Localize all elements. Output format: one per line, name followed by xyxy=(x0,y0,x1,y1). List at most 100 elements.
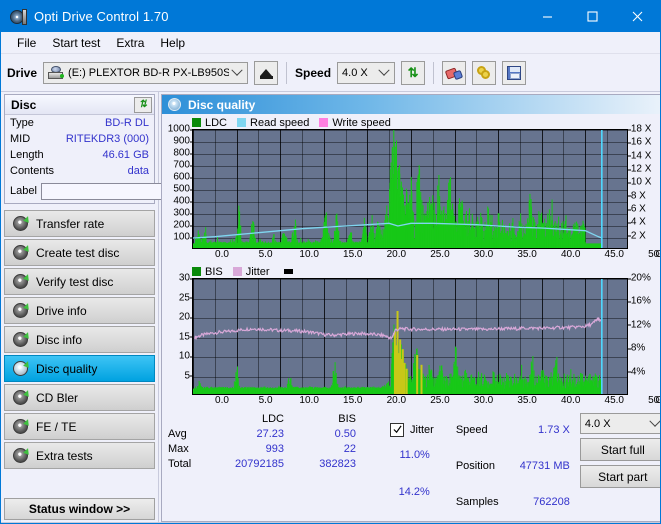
samples-stat-value: 762208 xyxy=(533,496,570,509)
start-part-button[interactable]: Start part xyxy=(579,465,660,488)
sidebar-item-label: Disc info xyxy=(36,332,83,347)
erase-button[interactable] xyxy=(442,60,467,85)
close-button[interactable] xyxy=(615,1,660,32)
x-tick-label: 5.0 xyxy=(258,249,273,260)
sidebar-item-label: CD Bler xyxy=(36,390,79,405)
key-button[interactable] xyxy=(472,60,497,85)
drive-select[interactable]: (E:) PLEXTOR BD-R PX-LB950SA 1.06 xyxy=(43,61,249,84)
disc-row-contents: Contents data xyxy=(5,163,154,179)
disc-test-icon xyxy=(13,303,28,318)
stats-ldc-max: 993 xyxy=(265,443,284,455)
sidebar-item-label: Disc quality xyxy=(36,361,98,376)
disc-refresh-button[interactable]: ⇅ xyxy=(134,96,152,113)
ldc-y-axis: 100 200 300 400 500 600 700 800 900 1000 xyxy=(162,124,194,249)
disc-panel-title: Disc xyxy=(11,97,37,112)
stats-bis-max: 22 xyxy=(343,443,356,455)
sidebar-item-drive-info[interactable]: Drive info xyxy=(4,297,155,324)
floppy-save-icon xyxy=(507,65,522,80)
menu-file[interactable]: File xyxy=(9,34,44,52)
y-tick-label: 300 xyxy=(173,207,193,219)
disc-test-icon xyxy=(13,390,28,405)
title-bar: Opti Drive Control 1.70 xyxy=(1,1,660,32)
minimize-button[interactable] xyxy=(525,1,570,32)
sidebar-item-label: Verify test disc xyxy=(36,274,114,289)
sidebar-item-disc-info[interactable]: Disc info xyxy=(4,326,155,353)
eject-button[interactable] xyxy=(254,60,279,85)
stats-bis-avg: 0.50 xyxy=(334,428,356,440)
x-tick-label: 5.0 xyxy=(258,395,273,406)
sidebar-item-transfer-rate[interactable]: Transfer rate xyxy=(4,210,155,237)
y-tick-label: 900 xyxy=(173,135,193,147)
legend-swatch-read-speed xyxy=(237,118,247,127)
ldc-x-axis: 0.0 5.0 10.0 15.0 20.0 25.0 30.0 35.0 40.0 45.0 50… xyxy=(192,249,660,263)
legend-swatch-ldc xyxy=(192,118,201,127)
body: Disc ⇅ Type BD-R DL MID RITEKDR3 (000) L… xyxy=(1,92,660,522)
menu-help[interactable]: Help xyxy=(152,34,193,52)
disc-test-icon xyxy=(13,216,28,231)
x-tick-label: 25.0 xyxy=(430,395,450,406)
sidebar-item-label: Extra tests xyxy=(36,448,93,463)
navigation-list: Transfer rate Create test disc Verify te… xyxy=(1,210,158,471)
legend-label-read-speed: Read speed xyxy=(250,116,310,129)
drive-select-value: (E:) PLEXTOR BD-R PX-LB950SA 1.06 xyxy=(68,66,229,79)
toolbar-divider-2 xyxy=(433,61,435,84)
legend-label-bis: BIS xyxy=(205,265,223,278)
y-tick-label: 25 xyxy=(178,292,194,303)
bis-chart-legend: BIS Jitter xyxy=(162,265,660,278)
disc-label-row: Label xyxy=(5,179,243,203)
x-tick-label: 30.0 xyxy=(473,249,494,260)
speed-position-stats: Speed 1.73 X Position 47731 MB Samples 7… xyxy=(456,413,570,519)
test-speed-value: 4.0 X xyxy=(584,417,611,430)
x-tick-label: 15.0 xyxy=(343,395,363,406)
sidebar-item-disc-quality[interactable]: Disc quality xyxy=(4,355,155,382)
ldc-plot[interactable] xyxy=(192,129,628,249)
y-tick-label: 20 xyxy=(178,311,194,323)
y-tick-label: 400 xyxy=(173,195,193,207)
sidebar-item-extra-tests[interactable]: Extra tests xyxy=(4,442,155,469)
x-tick-label: 40.0 xyxy=(560,249,581,260)
y-tick-label: 500 xyxy=(173,183,193,195)
bis-plot-wrap: 5 10 15 20 25 30 4% 8% 12% 16% 20% xyxy=(162,273,660,395)
main-panel: Disc quality LDC Read speed Write speed … xyxy=(161,94,660,522)
menu-start-test[interactable]: Start test xyxy=(44,34,108,52)
stats-header-bis: BIS xyxy=(338,413,356,425)
status-window-button[interactable]: Status window >> xyxy=(4,498,155,520)
legend-label-write-speed: Write speed xyxy=(332,116,391,129)
ldc-bis-stats: LDC BIS Avg 27.23 0.50 Max 993 22 Total … xyxy=(168,413,368,519)
stats-jitter-max: 14.2% xyxy=(398,485,430,498)
start-full-button[interactable]: Start full xyxy=(579,438,660,461)
sidebar-item-fe-te[interactable]: FE / TE xyxy=(4,413,155,440)
x-tick-label: 10.0 xyxy=(299,249,319,260)
sidebar-item-create-test-disc[interactable]: Create test disc xyxy=(4,239,155,266)
drive-icon xyxy=(48,66,65,79)
speed-stat-label: Speed xyxy=(455,423,488,436)
speed-stat-value: 1.73 X xyxy=(538,423,570,436)
bis-chart-block: BIS Jitter 5 10 15 20 25 30 4% 8% 12% 16% 20% 0.0… xyxy=(162,263,660,409)
menu-extra[interactable]: Extra xyxy=(108,34,152,52)
sidebar-item-cd-bler[interactable]: CD Bler xyxy=(4,384,155,411)
bis-plot[interactable] xyxy=(192,278,628,395)
disc-type-value: BD-R DL xyxy=(104,117,149,129)
maximize-button[interactable] xyxy=(570,1,615,32)
sidebar-item-label: Transfer rate xyxy=(36,216,105,231)
chevron-down-icon xyxy=(376,69,392,77)
position-stat-value: 47731 MB xyxy=(519,459,570,472)
stats-bis-total: 382823 xyxy=(319,458,356,470)
y2-tick-label: 8% xyxy=(626,342,646,354)
jitter-percent-axis: 4% 8% 12% 16% 20% xyxy=(626,273,660,395)
y-tick-label: 1000 xyxy=(167,123,194,135)
sidebar-item-verify-test-disc[interactable]: Verify test disc xyxy=(4,268,155,295)
y-tick-label: 5 xyxy=(184,370,193,381)
ldc-x-unit: GB xyxy=(655,249,660,260)
stats-row-label-avg: Avg xyxy=(168,428,187,440)
test-speed-select[interactable]: 4.0 X xyxy=(579,413,660,434)
refresh-button[interactable]: ⇅ xyxy=(401,60,426,85)
jitter-header: Jitter xyxy=(390,413,434,446)
speed-select[interactable]: 4.0 X xyxy=(337,61,396,84)
menu-bar: File Start test Extra Help xyxy=(1,32,660,54)
jitter-checkbox[interactable] xyxy=(390,422,404,437)
x-tick-label: 20.0 xyxy=(386,395,407,406)
x-tick-label: 45.0 xyxy=(604,395,624,406)
save-button[interactable] xyxy=(502,60,527,85)
